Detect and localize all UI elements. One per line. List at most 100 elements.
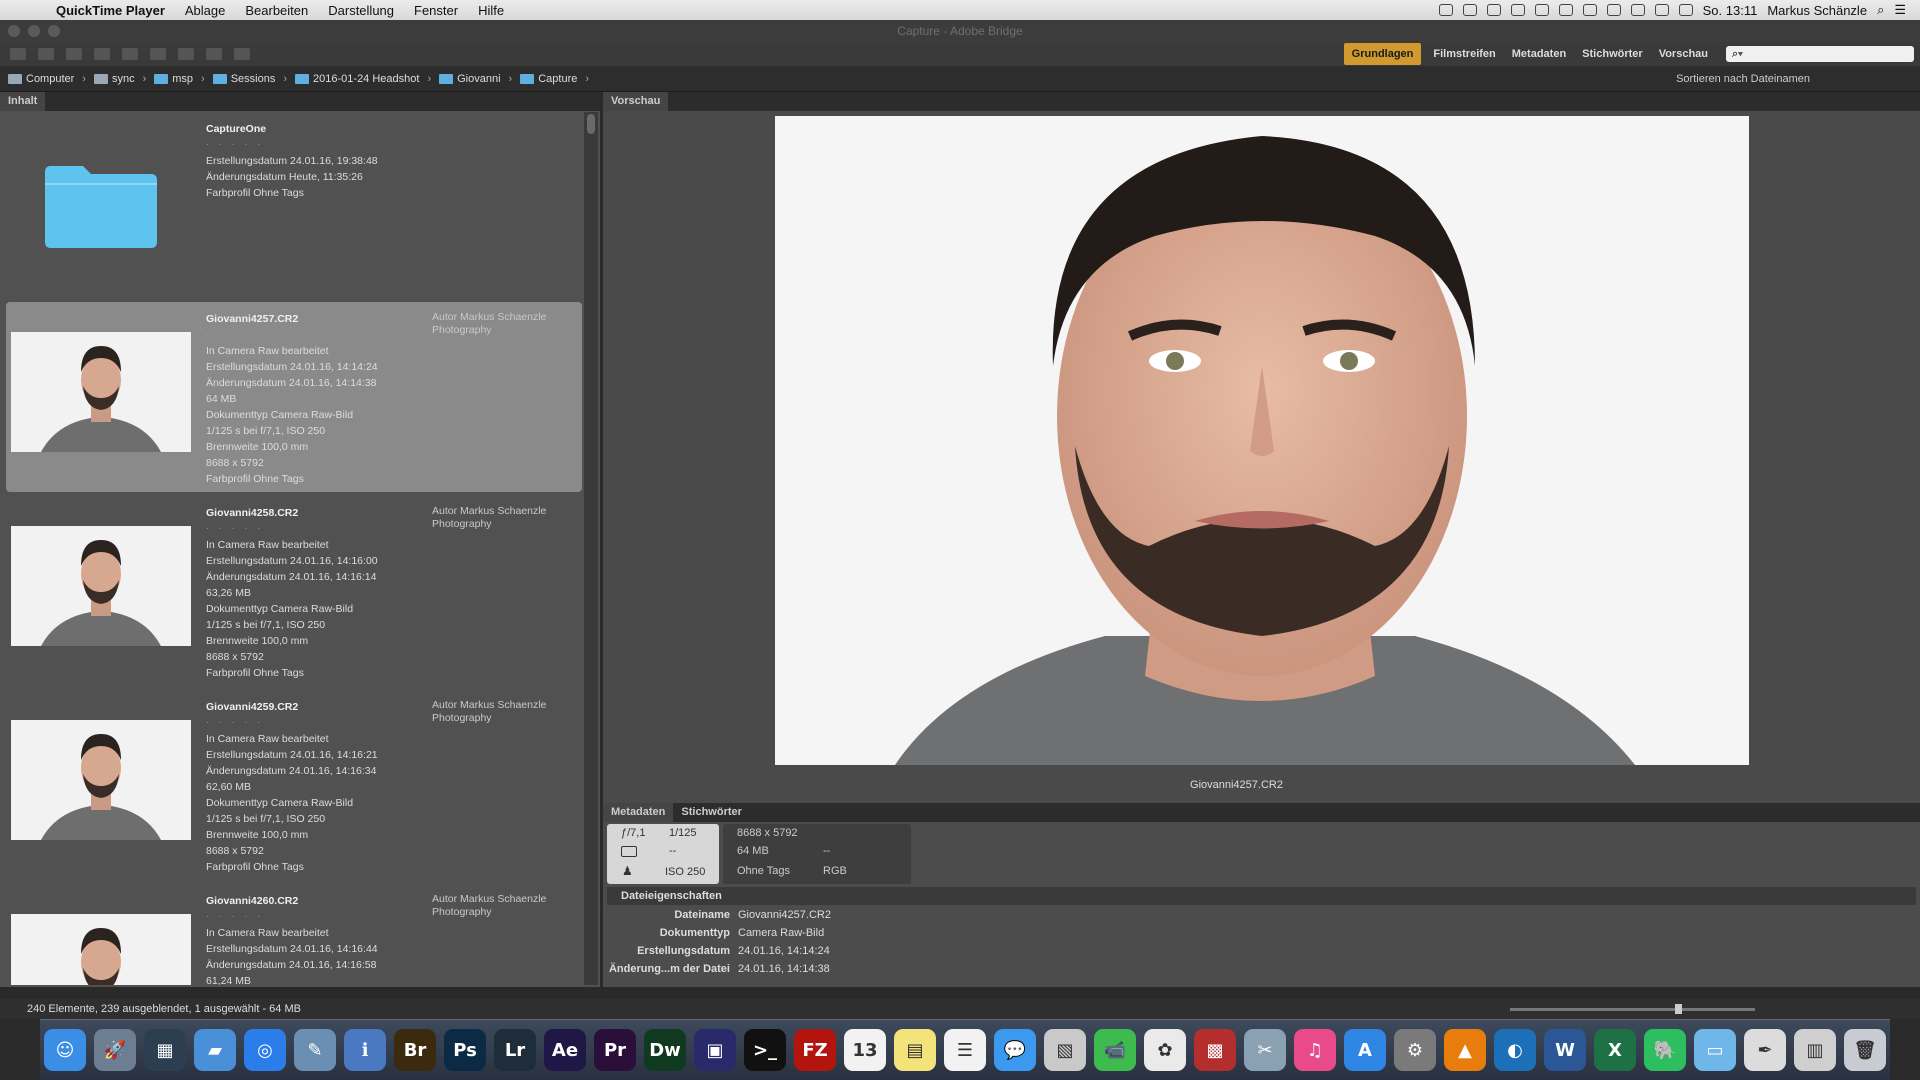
forward-arrow-icon[interactable] xyxy=(38,48,54,60)
trash-icon[interactable]: 🗑 xyxy=(1844,1029,1886,1071)
mission-control-icon[interactable]: ▦ xyxy=(144,1029,186,1071)
rating-stars[interactable]: · · · · · xyxy=(206,715,378,731)
section-dateieigenschaften[interactable]: Dateieigenschaften xyxy=(607,887,1916,905)
downloads-folder-icon[interactable]: ▭ xyxy=(1694,1029,1736,1071)
workspace-filmstreifen[interactable]: Filmstreifen xyxy=(1425,43,1503,65)
vlc-icon[interactable]: ▲ xyxy=(1444,1029,1486,1071)
word-icon[interactable]: W xyxy=(1544,1029,1586,1071)
drive-icon[interactable] xyxy=(1486,4,1501,16)
breadcrumb-computer[interactable]: Computer xyxy=(8,73,74,85)
tab-inhalt[interactable]: Inhalt xyxy=(0,92,46,111)
photos-icon[interactable]: ✿ xyxy=(1144,1029,1186,1071)
refine-icon[interactable] xyxy=(150,48,166,60)
notes-icon[interactable]: ▤ xyxy=(894,1029,936,1071)
breadcrumb-headshot[interactable]: 2016-01-24 Headshot xyxy=(295,73,419,85)
excel-icon[interactable]: X xyxy=(1594,1029,1636,1071)
thumbnail-size-slider[interactable] xyxy=(1510,1004,1755,1014)
filezilla-icon[interactable]: FZ xyxy=(794,1029,836,1071)
brushes-icon[interactable]: ✒ xyxy=(1744,1029,1786,1071)
reminders-icon[interactable]: ☰ xyxy=(944,1029,986,1071)
breadcrumb-capture[interactable]: Capture xyxy=(520,73,577,85)
utility-icon[interactable]: ✂ xyxy=(1244,1029,1286,1071)
menu-bearbeiten[interactable]: Bearbeiten xyxy=(235,3,318,18)
boomerang-icon[interactable] xyxy=(94,48,110,60)
preview-icon[interactable]: ✎ xyxy=(294,1029,336,1071)
rotate-left-icon[interactable] xyxy=(206,48,222,60)
notification-center-icon[interactable]: ☰ xyxy=(1894,2,1906,18)
list-item[interactable]: Giovanni4258.CR2 · · · · · In Camera Raw… xyxy=(6,496,582,686)
spotlight-icon[interactable]: ⌕ xyxy=(1877,2,1884,18)
after-effects-icon[interactable]: Ae xyxy=(544,1029,586,1071)
content-scrollbar[interactable] xyxy=(584,112,598,985)
system-preferences-icon[interactable]: ⚙ xyxy=(1394,1029,1436,1071)
finder-icon[interactable]: ☺ xyxy=(44,1029,86,1071)
photo-booth-icon[interactable]: ▧ xyxy=(1044,1029,1086,1071)
info-icon[interactable]: ℹ xyxy=(344,1029,386,1071)
tab-metadaten[interactable]: Metadaten xyxy=(603,803,674,822)
back-arrow-icon[interactable] xyxy=(10,48,26,60)
bridge-icon[interactable]: Br xyxy=(394,1029,436,1071)
list-item[interactable]: Giovanni4257.CR2 · · · · · In Camera Raw… xyxy=(6,302,582,492)
messages-icon[interactable]: 💬 xyxy=(994,1029,1036,1071)
menubar-user[interactable]: Markus Schänzle xyxy=(1767,3,1867,18)
documents-stack-icon[interactable]: ▥ xyxy=(1794,1029,1836,1071)
content-list[interactable]: CaptureOne · · · · · Erstellungsdatum 24… xyxy=(6,112,582,985)
recent-folders-icon[interactable] xyxy=(66,48,82,60)
rating-stars[interactable]: · · · · · xyxy=(206,909,378,925)
tab-stichwoerter[interactable]: Stichwörter xyxy=(673,803,750,822)
workspace-vorschau[interactable]: Vorschau xyxy=(1651,43,1716,65)
breadcrumb-msp[interactable]: msp xyxy=(154,73,193,85)
camera-download-icon[interactable] xyxy=(122,48,138,60)
rating-stars[interactable]: · · · · · xyxy=(206,521,378,537)
time-machine-icon[interactable] xyxy=(1606,4,1621,16)
airplay-icon[interactable] xyxy=(1582,4,1597,16)
menu-darstellung[interactable]: Darstellung xyxy=(318,3,404,18)
breadcrumb-sync[interactable]: sync xyxy=(93,73,135,85)
rating-stars[interactable]: · · · · · xyxy=(206,327,378,343)
bluetooth-icon[interactable] xyxy=(1630,4,1645,16)
list-item[interactable]: Giovanni4259.CR2 · · · · · In Camera Raw… xyxy=(6,690,582,880)
scrollbar-thumb[interactable] xyxy=(587,114,595,134)
tab-vorschau[interactable]: Vorschau xyxy=(603,92,669,111)
workspace-stichwoerter[interactable]: Stichwörter xyxy=(1574,43,1651,65)
list-item-folder[interactable]: CaptureOne · · · · · Erstellungsdatum 24… xyxy=(6,112,582,302)
wifi-icon[interactable] xyxy=(1654,4,1669,16)
display-icon[interactable] xyxy=(1558,4,1573,16)
volume-icon[interactable] xyxy=(1678,4,1693,16)
lightroom-icon[interactable]: Lr xyxy=(494,1029,536,1071)
network-icon[interactable]: ◐ xyxy=(1494,1029,1536,1071)
slider-handle[interactable] xyxy=(1675,1004,1682,1014)
open-in-camera-raw-icon[interactable] xyxy=(178,48,194,60)
itunes-icon[interactable]: ♫ xyxy=(1294,1029,1336,1071)
evernote-icon[interactable]: 🐘 xyxy=(1644,1029,1686,1071)
workspace-metadaten[interactable]: Metadaten xyxy=(1504,43,1574,65)
breadcrumb-sessions[interactable]: Sessions xyxy=(212,73,275,85)
workspace-grundlagen[interactable]: Grundlagen xyxy=(1343,43,1422,65)
menu-app[interactable]: QuickTime Player xyxy=(46,3,175,18)
dropbox-icon[interactable] xyxy=(1462,4,1477,16)
facetime-icon[interactable]: 📹 xyxy=(1094,1029,1136,1071)
launchpad-icon[interactable]: 🚀 xyxy=(94,1029,136,1071)
search-input[interactable]: ⌕▾ xyxy=(1726,46,1914,62)
imovie-icon[interactable]: ▣ xyxy=(694,1029,736,1071)
menu-hilfe[interactable]: Hilfe xyxy=(468,3,514,18)
preview-image[interactable] xyxy=(775,116,1749,765)
safari-icon[interactable]: ◎ xyxy=(244,1029,286,1071)
menu-fenster[interactable]: Fenster xyxy=(404,3,468,18)
folder-icon[interactable]: ▰ xyxy=(194,1029,236,1071)
terminal-icon[interactable]: >_ xyxy=(744,1029,786,1071)
premiere-icon[interactable]: Pr xyxy=(594,1029,636,1071)
dreamweaver-icon[interactable]: Dw xyxy=(644,1029,686,1071)
photoshop-icon[interactable]: Ps xyxy=(444,1029,486,1071)
creative-cloud-icon[interactable] xyxy=(1510,4,1525,16)
photo-stack-icon[interactable]: ▩ xyxy=(1194,1029,1236,1071)
list-item[interactable]: Giovanni4260.CR2 · · · · · In Camera Raw… xyxy=(6,884,582,985)
rotate-right-icon[interactable] xyxy=(234,48,250,60)
breadcrumb-giovanni[interactable]: Giovanni xyxy=(439,73,501,85)
record-icon[interactable] xyxy=(1438,4,1453,16)
rating-stars[interactable]: · · · · · xyxy=(206,137,378,153)
menu-ablage[interactable]: Ablage xyxy=(175,3,235,18)
sort-dropdown[interactable]: Sortieren nach Dateinamen xyxy=(1676,73,1810,85)
vlc-tray-icon[interactable] xyxy=(1534,4,1549,16)
menubar-clock[interactable]: So. 13:11 xyxy=(1703,3,1758,18)
